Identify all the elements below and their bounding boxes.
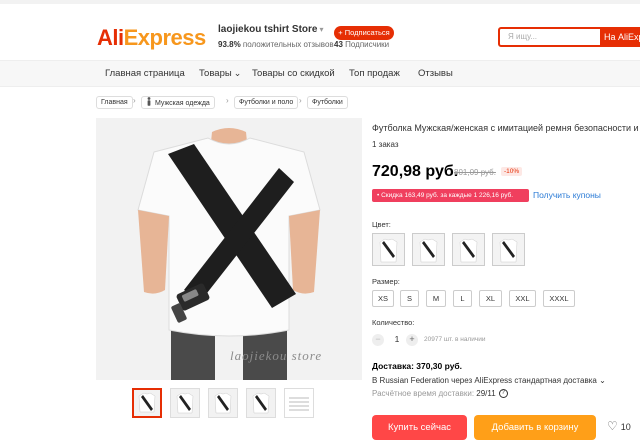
shipping-method[interactable]: В Russian Federation через AliExpress ст…	[372, 376, 606, 385]
nav-item-reviews[interactable]: Отзывы	[418, 68, 453, 79]
followers-count: 43	[334, 40, 343, 49]
color-swatch-image	[379, 238, 398, 263]
breadcrumb-tshirts[interactable]: Футболки	[307, 96, 348, 109]
color-option-4[interactable]	[492, 233, 525, 266]
product-main-image[interactable]: laojiekou store	[96, 118, 362, 380]
size-option-m[interactable]: M	[426, 290, 446, 307]
chevron-down-icon: ▾	[319, 25, 324, 34]
delivery-time: Расчётное время доставки: 29/11?	[372, 389, 508, 399]
old-price: 801,09 руб.	[454, 168, 496, 177]
search-placeholder: Я ищу...	[508, 32, 538, 41]
aliexpress-logo[interactable]: AliExpress	[97, 25, 206, 51]
quantity-increase-button[interactable]: +	[406, 334, 418, 346]
watermark: laojiekou store	[230, 348, 323, 363]
person-icon	[147, 97, 151, 106]
store-name[interactable]: laojiekou tshirt Store ▾	[218, 24, 323, 35]
logo-part-ali: Ali	[97, 25, 124, 50]
breadcrumb-home[interactable]: Главная	[96, 96, 133, 109]
search-button[interactable]: На AliExpre	[601, 27, 640, 47]
size-label: Размер:	[372, 277, 400, 286]
size-option-xs[interactable]: XS	[372, 290, 394, 307]
positive-label: положительных отзывов	[242, 40, 334, 49]
thumbnail-1[interactable]	[132, 388, 162, 418]
delivery-time-label: Расчётное время доставки:	[372, 389, 475, 398]
size-option-xxxl[interactable]: XXXL	[543, 290, 575, 307]
stock-count: 20977 шт. в наличии	[424, 336, 486, 343]
wishlist-button[interactable]: ♡ 10	[607, 419, 631, 433]
size-option-l[interactable]: L	[453, 290, 472, 307]
size-option-s[interactable]: S	[400, 290, 419, 307]
positive-percent: 93.8%	[218, 40, 241, 49]
breadcrumb-mens-clothing-label: Мужская одежда	[155, 100, 210, 107]
quantity-decrease-button[interactable]: −	[372, 334, 384, 346]
breadcrumb-separator: ›	[133, 96, 136, 105]
color-swatch-image	[499, 238, 518, 263]
thumbnail-3[interactable]	[208, 388, 238, 418]
add-to-cart-button[interactable]: Добавить в корзину	[474, 415, 596, 440]
buy-now-button[interactable]: Купить сейчас	[372, 415, 467, 440]
breadcrumb-separator: ›	[226, 96, 229, 105]
chevron-down-icon: ⌄	[599, 376, 606, 385]
breadcrumb-tshirts-polo[interactable]: Футболки и поло	[234, 96, 299, 109]
color-option-1[interactable]	[372, 233, 405, 266]
delivery-time-value: 29/11	[476, 389, 496, 398]
store-nav: Главная страница Товары ⌄ Товары со скидк…	[0, 60, 640, 87]
thumbnail-4[interactable]	[246, 388, 276, 418]
discount-badge: -10%	[501, 167, 523, 176]
nav-item-top[interactable]: Топ продаж	[349, 68, 400, 79]
color-option-3[interactable]	[452, 233, 485, 266]
nav-item-products-label: Товары	[199, 68, 232, 79]
search-input[interactable]: Я ищу...	[498, 27, 602, 47]
thumbnail-image	[138, 392, 156, 413]
store-name-text: laojiekou tshirt Store	[218, 24, 318, 35]
logo-part-express: Express	[123, 25, 207, 50]
breadcrumb-separator: ›	[299, 96, 302, 105]
get-coupons-link[interactable]: Получить купоны	[533, 190, 601, 200]
size-option-xl[interactable]: XL	[479, 290, 502, 307]
size-chart-thumbnail	[289, 397, 309, 411]
nav-item-products[interactable]: Товары ⌄	[199, 68, 241, 79]
breadcrumb-mens-clothing[interactable]: Мужская одежда	[141, 96, 215, 109]
store-header: AliExpress laojiekou tshirt Store ▾ 93.8%…	[0, 4, 640, 60]
color-label: Цвет:	[372, 220, 391, 229]
product-title: Футболка Мужская/женская с имитацией рем…	[372, 123, 640, 133]
color-swatch-image	[419, 238, 438, 263]
thumbnail-5[interactable]	[284, 388, 314, 418]
color-swatch-image	[459, 238, 478, 263]
store-rating: 93.8% положительных отзывов	[218, 40, 334, 49]
color-option-2[interactable]	[412, 233, 445, 266]
nav-item-sale[interactable]: Товары со скидкой	[252, 68, 335, 79]
tshirt-product-photo	[96, 118, 362, 380]
heart-icon: ♡	[607, 419, 618, 433]
quantity-field[interactable]: 1	[391, 334, 403, 344]
thumbnail-image	[214, 392, 232, 414]
shipping-method-text: В Russian Federation через AliExpress ст…	[372, 376, 597, 385]
help-icon[interactable]: ?	[498, 389, 508, 399]
followers-label: Подписчики	[345, 40, 390, 49]
thumbnail-2[interactable]	[170, 388, 200, 418]
quantity-label: Количество:	[372, 318, 415, 327]
coupon-banner[interactable]: • Скидка 163,49 руб. за каждые 1 226,16 …	[372, 189, 529, 202]
follow-button[interactable]: + Подписаться	[334, 26, 394, 40]
chevron-down-icon: ⌄	[233, 68, 242, 78]
size-option-xxl[interactable]: XXL	[509, 290, 536, 307]
price: 720,98 руб.	[372, 163, 459, 180]
thumbnail-image	[176, 392, 194, 414]
thumbnail-image	[252, 392, 270, 414]
wishlist-count: 10	[620, 422, 631, 432]
shipping-price: Доставка: 370,30 руб.	[372, 361, 463, 371]
orders-count: 1 заказ	[372, 140, 399, 149]
nav-item-home[interactable]: Главная страница	[105, 68, 185, 79]
followers: 43 Подписчики	[334, 40, 389, 49]
